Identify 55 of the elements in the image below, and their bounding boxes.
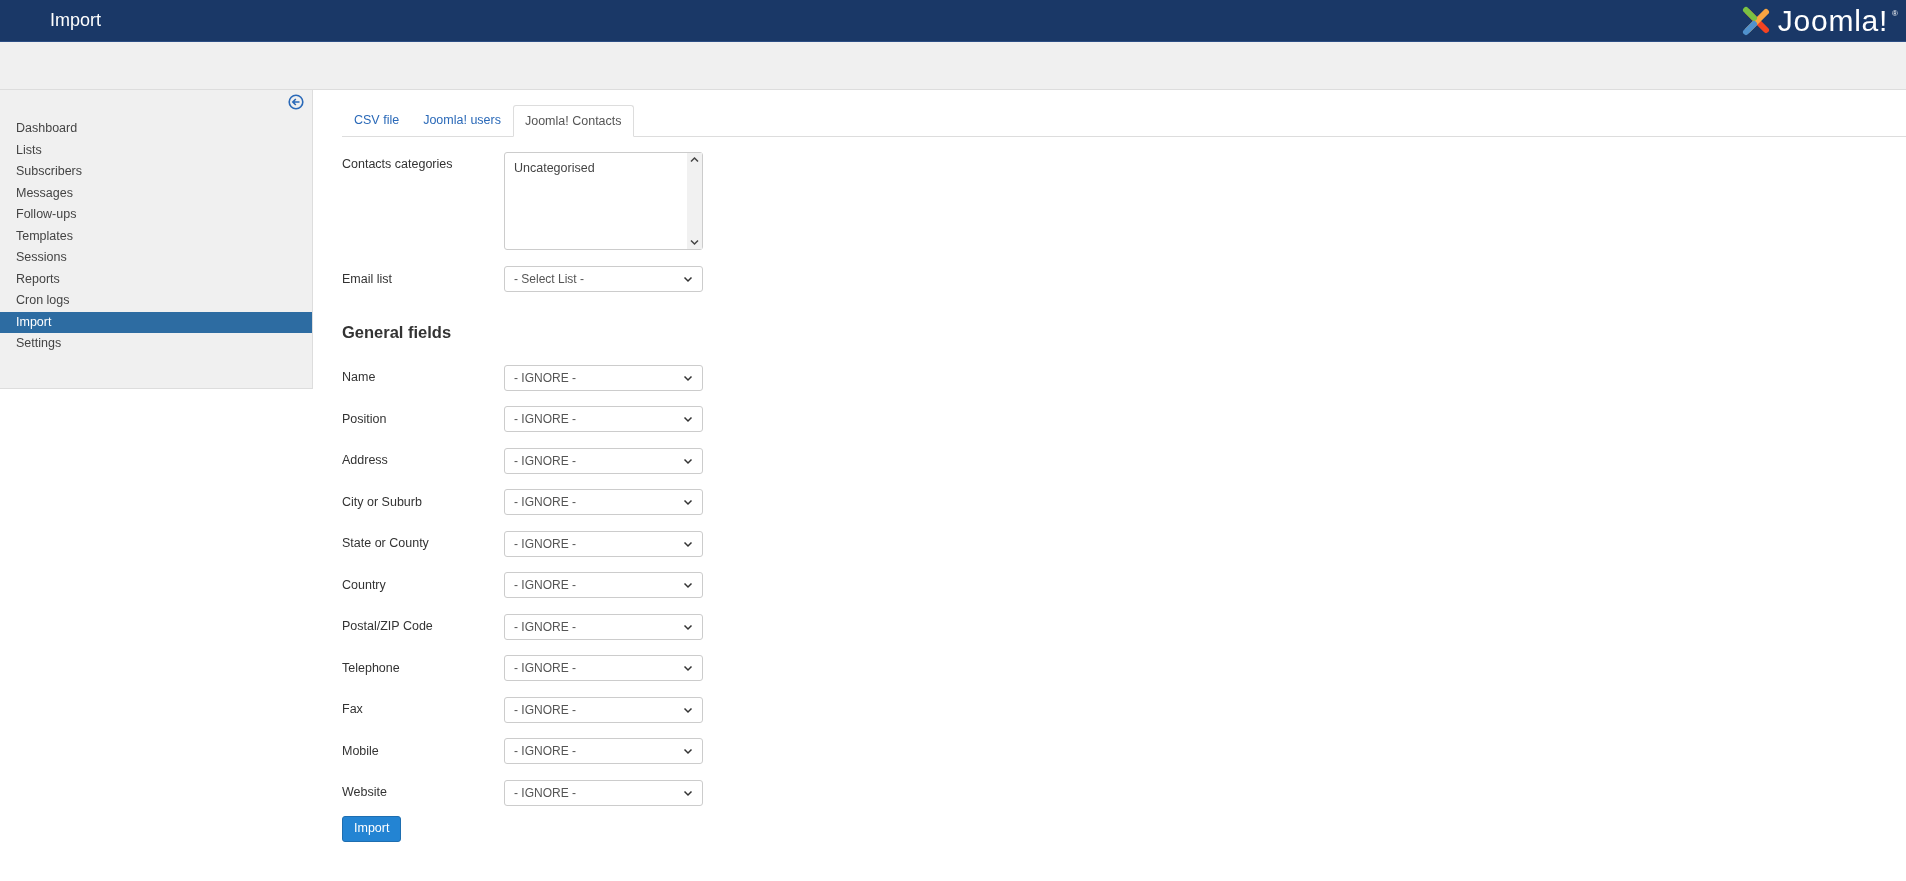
field-label: Country (342, 576, 387, 594)
scroll-up-icon[interactable] (690, 156, 699, 163)
sidebar-item[interactable]: Sessions (0, 247, 312, 269)
sidebar-item[interactable]: Templates (0, 225, 312, 247)
field-label: Email list (342, 270, 393, 288)
sidebar-item[interactable]: Import (0, 311, 312, 333)
tab[interactable]: CSV file (342, 104, 412, 136)
dropdown[interactable]: - IGNORE - (504, 738, 703, 765)
field-label: Telephone (342, 659, 401, 677)
chevron-down-icon (683, 746, 693, 757)
sidebar-item[interactable]: Settings (0, 333, 312, 355)
dropdown[interactable]: - IGNORE - (504, 406, 703, 433)
field-label: Mobile (342, 742, 380, 760)
dropdown[interactable]: - IGNORE - (504, 779, 703, 806)
page-title: Import (50, 9, 101, 32)
chevron-down-icon (683, 414, 693, 425)
dropdown[interactable]: - IGNORE - (504, 364, 703, 391)
sidebar-item[interactable]: Follow-ups (0, 204, 312, 226)
section-heading: General fields (342, 322, 453, 343)
field-label: Address (342, 452, 389, 470)
sidebar-item[interactable]: Messages (0, 182, 312, 204)
field-label: Position (342, 410, 388, 428)
scroll-down-icon[interactable] (690, 239, 699, 246)
registered-mark: ® (1892, 7, 1898, 20)
field-label: Contacts categories (342, 156, 454, 173)
dropdown[interactable]: - Select List - (504, 266, 703, 292)
import-button[interactable]: Import (342, 815, 402, 842)
list-option[interactable]: Uncategorised (514, 159, 687, 178)
field-label: Website (342, 784, 388, 802)
field-label: State or County (342, 535, 430, 553)
tab[interactable]: Joomla! users (411, 104, 513, 136)
tab[interactable]: Joomla! Contacts (512, 105, 634, 137)
chevron-down-icon (683, 274, 693, 284)
field-label: City or Suburb (342, 493, 423, 511)
chevron-down-icon (683, 663, 693, 674)
sidebar-item[interactable]: Lists (0, 139, 312, 161)
field-label: Name (342, 369, 377, 387)
sidebar-item[interactable]: Subscribers (0, 161, 312, 183)
field-label: Postal/ZIP Code (342, 618, 434, 636)
dropdown[interactable]: - IGNORE - (504, 655, 703, 682)
chevron-down-icon (683, 497, 693, 508)
category-listbox[interactable]: Uncategorised (504, 152, 703, 250)
logo-text: Joomla! (1777, 5, 1889, 36)
dropdown[interactable]: - IGNORE - (504, 447, 703, 474)
dropdown[interactable]: - IGNORE - (504, 613, 703, 640)
dropdown[interactable]: - IGNORE - (504, 696, 703, 723)
sidebar-item[interactable]: Reports (0, 268, 312, 290)
field-label: Fax (342, 701, 364, 719)
dropdown[interactable]: - IGNORE - (504, 489, 703, 516)
scrollbar[interactable] (687, 153, 702, 249)
sidebar-item[interactable]: Cron logs (0, 290, 312, 312)
dropdown[interactable]: - IGNORE - (504, 530, 703, 557)
dropdown[interactable]: - IGNORE - (504, 572, 703, 599)
chevron-down-icon (683, 580, 693, 591)
sidebar-item[interactable]: Dashboard (0, 118, 312, 140)
